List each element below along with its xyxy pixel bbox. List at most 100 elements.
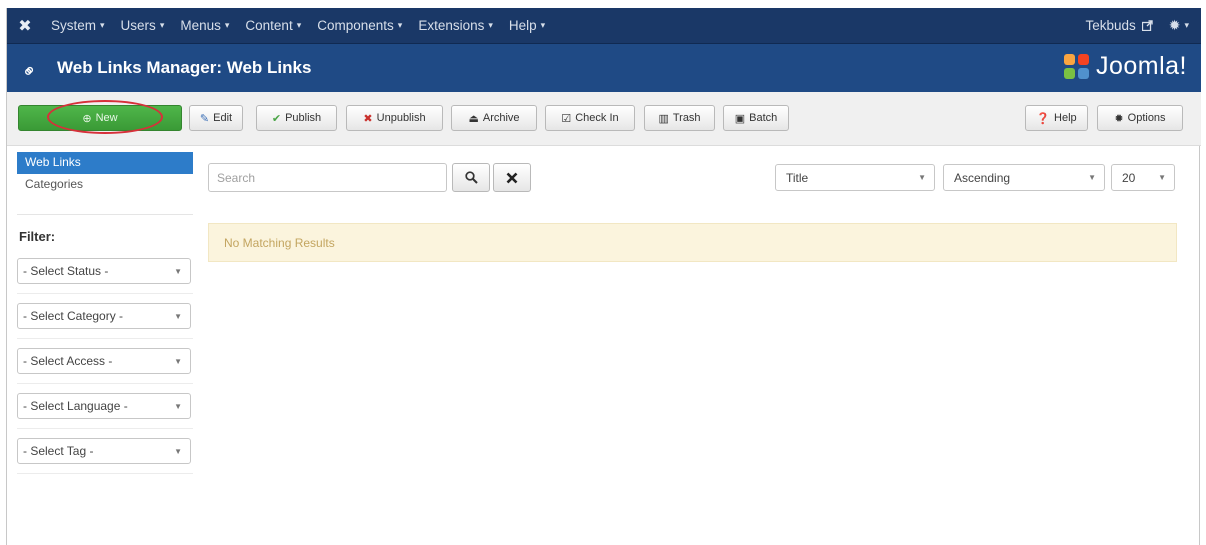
edit-button[interactable]: ✎ Edit xyxy=(189,105,243,131)
menu-menus-label: Menus xyxy=(180,18,221,33)
unpublish-button[interactable]: ✖ Unpublish xyxy=(346,105,443,131)
empty-results-alert: No Matching Results xyxy=(208,223,1177,262)
archive-icon: ⏏ xyxy=(468,112,479,125)
filter-tag-value: - Select Tag - xyxy=(23,444,94,458)
menu-system[interactable]: System ▾ xyxy=(43,18,113,33)
caret-down-icon: ▾ xyxy=(540,20,546,30)
admin-window: ✖ System ▾ Users ▾ Menus ▾ Content ▾ Compone… xyxy=(6,8,1201,545)
sidebar: Web Links Categories Filter: - Select St… xyxy=(17,152,193,483)
menu-system-label: System xyxy=(51,18,97,33)
direction-select[interactable]: Ascending ▼ xyxy=(943,164,1105,191)
publish-button-label: Publish xyxy=(285,112,322,124)
caret-down-icon: ▼ xyxy=(1088,173,1096,182)
help-button[interactable]: ❓ Help xyxy=(1025,105,1088,131)
times-circle-icon: ✖ xyxy=(363,112,373,125)
menu-help[interactable]: Help ▾ xyxy=(501,18,553,33)
sidebar-item-categories[interactable]: Categories xyxy=(17,174,193,196)
archive-button-label: Archive xyxy=(482,112,520,124)
external-link-icon xyxy=(1141,20,1153,31)
checkin-button-label: Check In xyxy=(575,112,619,124)
joomla-logo-icon xyxy=(1063,53,1090,80)
batch-button[interactable]: ▣ Batch xyxy=(723,105,789,131)
caret-down-icon: ▾ xyxy=(296,20,302,30)
caret-down-icon: ▾ xyxy=(397,20,403,30)
unpublish-button-label: Unpublish xyxy=(376,112,426,124)
caret-down-icon: ▾ xyxy=(224,20,230,30)
checkin-button[interactable]: ☑ Check In xyxy=(545,105,635,131)
trash-button[interactable]: ▥ Trash xyxy=(644,105,715,131)
menu-users[interactable]: Users ▾ xyxy=(113,18,173,33)
link-icon: ⚭ xyxy=(17,58,42,84)
page-title: Web Links Manager: Web Links xyxy=(57,58,312,77)
caret-down-icon: ▾ xyxy=(159,20,165,30)
filter-status-value: - Select Status - xyxy=(23,264,109,278)
user-settings-menu[interactable]: ✹ ▾ xyxy=(1163,17,1201,34)
filter-tag-select[interactable]: - Select Tag - ▼ xyxy=(17,438,191,464)
filter-access-value: - Select Access - xyxy=(23,354,113,368)
batch-icon: ▣ xyxy=(734,112,746,125)
search-input[interactable] xyxy=(208,163,447,192)
limit-select[interactable]: 20 ▼ xyxy=(1111,164,1175,191)
search-button[interactable] xyxy=(452,163,490,192)
brand-wordmark: Joomla! xyxy=(1095,52,1187,80)
checkbox-icon: ☑ xyxy=(561,112,572,125)
menu-content[interactable]: Content ▾ xyxy=(237,18,309,33)
direction-value: Ascending xyxy=(954,170,1011,185)
check-icon: ✔ xyxy=(271,112,282,125)
edit-icon: ✎ xyxy=(199,112,210,125)
site-link[interactable]: Tekbuds xyxy=(1075,18,1162,33)
caret-down-icon: ▼ xyxy=(1158,173,1166,182)
toolbar: ⊕ New ✎ Edit ✔ Publish ✖ Unpublish ⏏ Arc… xyxy=(7,92,1201,146)
options-button[interactable]: ✹ Options xyxy=(1097,105,1183,131)
filter-divider xyxy=(17,338,193,339)
filter-category-value: - Select Category - xyxy=(23,309,124,323)
caret-down-icon: ▾ xyxy=(100,20,105,30)
sidebar-divider xyxy=(17,214,193,215)
trash-icon: ▥ xyxy=(658,112,669,125)
joomla-icon[interactable]: ✖ xyxy=(7,16,43,36)
menu-extensions-label: Extensions xyxy=(418,18,485,33)
filter-divider xyxy=(17,293,193,294)
caret-down-icon: ▾ xyxy=(1184,20,1189,30)
publish-button[interactable]: ✔ Publish xyxy=(256,105,337,131)
menu-content-label: Content xyxy=(245,18,293,33)
archive-button[interactable]: ⏏ Archive xyxy=(451,105,537,131)
empty-results-message: No Matching Results xyxy=(224,235,335,250)
gear-icon: ✹ xyxy=(1168,17,1181,33)
gear-icon: ✹ xyxy=(1114,112,1124,125)
menu-extensions[interactable]: Extensions ▾ xyxy=(410,18,501,33)
filter-heading: Filter: xyxy=(19,229,56,244)
search-icon xyxy=(464,171,478,184)
filter-status-select[interactable]: - Select Status - ▼ xyxy=(17,258,191,284)
new-button-label: New xyxy=(95,112,118,124)
edit-button-label: Edit xyxy=(213,112,233,124)
ordering-value: Title xyxy=(786,170,809,185)
limit-value: 20 xyxy=(1122,170,1136,185)
filter-language-select[interactable]: - Select Language - ▼ xyxy=(17,393,191,419)
menu-components-label: Components xyxy=(317,18,394,33)
menu-help-label: Help xyxy=(508,18,537,33)
menu-components[interactable]: Components ▾ xyxy=(309,18,410,33)
filter-language-value: - Select Language - xyxy=(23,399,128,413)
joomla-brand: Joomla! xyxy=(1063,52,1187,81)
caret-down-icon: ▼ xyxy=(174,356,182,366)
menu-menus[interactable]: Menus ▾ xyxy=(172,18,237,33)
ordering-select[interactable]: Title ▼ xyxy=(775,164,935,191)
new-button[interactable]: ⊕ New xyxy=(18,105,182,131)
caret-down-icon: ▼ xyxy=(174,266,182,276)
close-icon xyxy=(506,172,518,183)
clear-search-button[interactable] xyxy=(493,163,531,192)
plus-circle-icon: ⊕ xyxy=(82,112,92,125)
filter-divider xyxy=(17,428,193,429)
sidebar-item-web-links[interactable]: Web Links xyxy=(17,152,193,174)
filter-access-select[interactable]: - Select Access - ▼ xyxy=(17,348,191,374)
top-menu-bar: ✖ System ▾ Users ▾ Menus ▾ Content ▾ Compone… xyxy=(7,8,1201,44)
caret-down-icon: ▾ xyxy=(488,20,493,30)
site-name: Tekbuds xyxy=(1085,18,1136,33)
filter-category-select[interactable]: - Select Category - ▼ xyxy=(17,303,191,329)
filter-divider xyxy=(17,383,193,384)
batch-button-label: Batch xyxy=(749,112,778,124)
options-button-label: Options xyxy=(1127,112,1166,124)
filter-divider xyxy=(17,473,193,474)
caret-down-icon: ▼ xyxy=(174,401,182,411)
